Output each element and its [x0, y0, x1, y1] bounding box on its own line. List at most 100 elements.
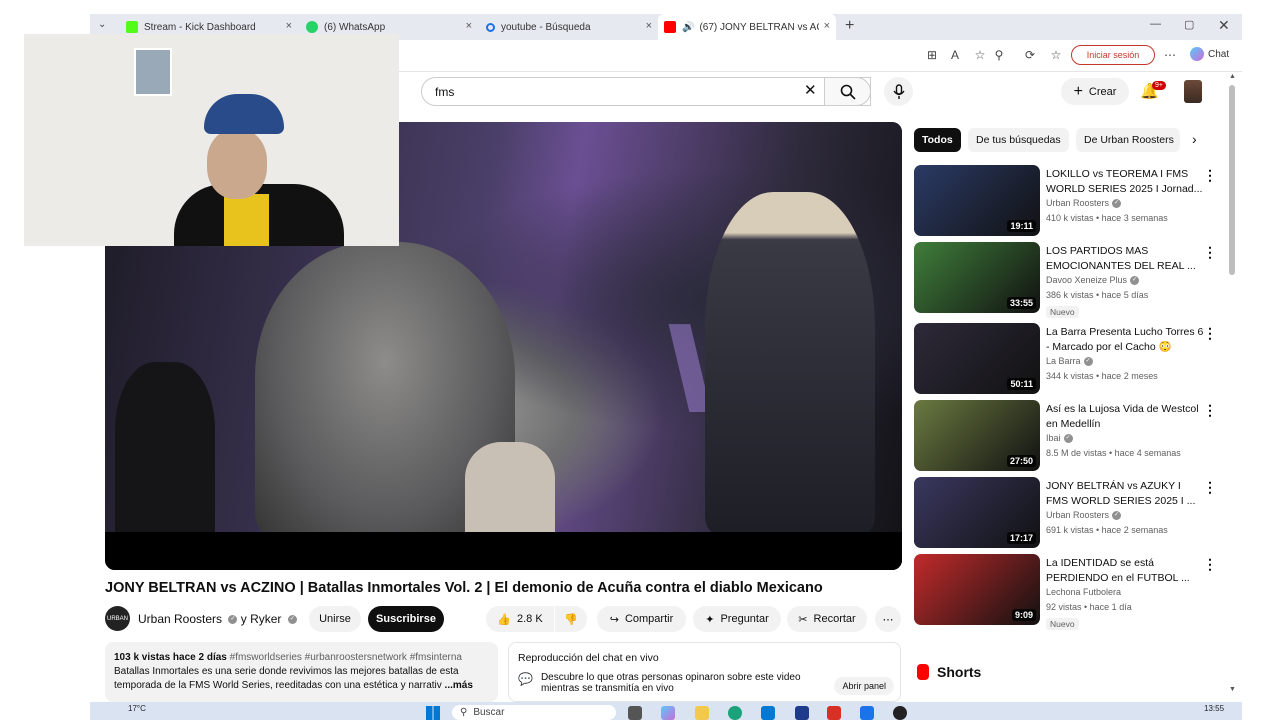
app-view-icon[interactable]: ⊞	[925, 48, 939, 62]
lock-icon[interactable]: ⚲	[992, 48, 1006, 62]
more-actions-button[interactable]: ⋯	[875, 606, 901, 632]
copilot-taskbar-icon[interactable]	[661, 706, 675, 720]
read-aloud-icon[interactable]: A	[948, 48, 962, 62]
window-close-button[interactable]: ✕	[1218, 17, 1230, 34]
tab-title: (6) WhatsApp	[324, 21, 386, 33]
related-channel[interactable]: Urban Roosters	[1046, 510, 1109, 520]
chip-from-channel[interactable]: De Urban Roosters	[1076, 128, 1180, 152]
more-vertical-icon[interactable]: ⋮	[1203, 244, 1217, 261]
clear-search-icon[interactable]: ✕	[804, 81, 817, 99]
related-video[interactable]: 19:11 LOKILLO vs TEOREMA I FMS WORLD SER…	[914, 165, 1219, 237]
related-video[interactable]: 50:11 La Barra Presenta Lucho Torres 6 -…	[914, 323, 1219, 395]
tab-list-icon[interactable]: ⌄	[98, 19, 106, 30]
file-explorer-icon[interactable]	[695, 706, 709, 720]
more-menu-icon[interactable]: ⋯	[1163, 48, 1177, 62]
channel-link[interactable]: Urban Roosters	[138, 612, 222, 626]
close-icon[interactable]: ×	[824, 20, 830, 32]
ask-label: Preguntar	[720, 613, 769, 625]
record-app-icon[interactable]	[893, 706, 907, 720]
related-channel[interactable]: La Barra	[1046, 356, 1081, 366]
video-thumbnail[interactable]: 33:55	[914, 242, 1040, 313]
system-clock[interactable]: 13:55	[1204, 704, 1224, 713]
related-title[interactable]: LOS PARTIDOS MAS EMOCIONANTES DEL REAL .…	[1046, 244, 1204, 274]
gmail-icon[interactable]	[827, 706, 841, 720]
favorites-icon[interactable]: ☆	[1049, 48, 1063, 62]
favorite-star-icon[interactable]: ☆	[973, 48, 987, 62]
related-channel[interactable]: Urban Roosters	[1046, 198, 1109, 208]
subscribe-button[interactable]: Suscribirse	[368, 606, 444, 632]
tab-youtube-active[interactable]: 🔊 (67) JONY BELTRAN vs ACZIN ×	[658, 14, 836, 40]
taskbar-search-input[interactable]: ⚲ Buscar	[452, 705, 616, 720]
related-title[interactable]: La IDENTIDAD se está PERDIENDO en el FUT…	[1046, 556, 1204, 586]
close-icon[interactable]: ×	[286, 20, 292, 32]
minimize-button[interactable]: —	[1150, 18, 1161, 30]
search-button[interactable]	[824, 77, 871, 106]
more-vertical-icon[interactable]: ⋮	[1203, 556, 1217, 573]
collab-link[interactable]: y Ryker	[241, 612, 282, 626]
video-thumbnail[interactable]: 27:50	[914, 400, 1040, 471]
task-view-icon[interactable]	[628, 706, 642, 720]
related-title[interactable]: JONY BELTRÁN vs AZUKY I FMS WORLD SERIES…	[1046, 479, 1204, 509]
speaker-icon[interactable]: 🔊	[682, 22, 694, 33]
scroll-down-arrow[interactable]: ▼	[1229, 686, 1236, 693]
ask-button[interactable]: ✦ Preguntar	[693, 606, 781, 632]
voice-search-button[interactable]	[884, 77, 913, 106]
like-button[interactable]: 👍 2.8 K	[486, 606, 554, 632]
related-video[interactable]: 9:09 La IDENTIDAD se está PERDIENDO en e…	[914, 554, 1219, 630]
related-channel[interactable]: Lechona Futbolera	[1046, 587, 1121, 597]
video-thumbnail[interactable]: 17:17	[914, 477, 1040, 548]
streamer-face	[207, 129, 267, 199]
related-video[interactable]: 33:55 LOS PARTIDOS MAS EMOCIONANTES DEL …	[914, 242, 1219, 318]
app-l-icon[interactable]	[795, 706, 809, 720]
hashtags[interactable]: #fmsworldseries #urbanroostersnetwork #f…	[230, 652, 462, 663]
chevron-right-icon[interactable]: ›	[1192, 131, 1197, 147]
channel-avatar[interactable]: URBAN	[105, 606, 130, 631]
share-button[interactable]: ↪ Compartir	[597, 606, 686, 632]
obs-icon[interactable]	[860, 706, 874, 720]
more-vertical-icon[interactable]: ⋮	[1203, 167, 1217, 184]
description-box[interactable]: 103 k vistas hace 2 días #fmsworldseries…	[105, 642, 498, 702]
related-channel[interactable]: Davoo Xeneize Plus	[1046, 275, 1127, 285]
create-label: Crear	[1088, 85, 1117, 98]
scroll-up-arrow[interactable]: ▲	[1229, 73, 1236, 80]
join-button[interactable]: Unirse	[309, 606, 361, 632]
account-avatar[interactable]	[1184, 80, 1202, 103]
open-panel-button[interactable]: Abrir panel	[834, 677, 894, 695]
weather-widget[interactable]: 17°C	[128, 704, 146, 713]
video-thumbnail[interactable]: 50:11	[914, 323, 1040, 394]
related-title[interactable]: Así es la Lujosa Vida de Westcol en Mede…	[1046, 402, 1204, 432]
related-title[interactable]: La Barra Presenta Lucho Torres 6 - Marca…	[1046, 325, 1204, 355]
close-icon[interactable]: ×	[466, 20, 472, 32]
show-more-link[interactable]: ...más	[445, 680, 473, 691]
video-thumbnail[interactable]: 9:09	[914, 554, 1040, 625]
create-button[interactable]: + Crear	[1061, 78, 1129, 105]
channel-name[interactable]: Urban Roosters ✓ y Ryker ✓	[138, 612, 297, 626]
store-icon[interactable]	[761, 706, 775, 720]
dislike-button[interactable]: 👎	[555, 606, 587, 632]
login-button[interactable]: Iniciar sesión	[1071, 45, 1155, 65]
notification-badge: 9+	[1152, 81, 1166, 90]
close-icon[interactable]: ×	[646, 20, 652, 32]
related-video[interactable]: 27:50 Así es la Lujosa Vida de Westcol e…	[914, 400, 1219, 472]
shorts-header[interactable]: Shorts	[917, 664, 981, 680]
edge-browser-icon[interactable]	[728, 706, 742, 720]
related-channel[interactable]: Ibai	[1046, 433, 1061, 443]
video-thumbnail[interactable]: 19:11	[914, 165, 1040, 236]
page-scrollbar[interactable]	[1229, 85, 1235, 275]
extensions-icon[interactable]: ⟳	[1023, 48, 1037, 62]
microphone-icon	[892, 83, 905, 99]
new-tab-button[interactable]: +	[845, 17, 854, 35]
more-vertical-icon[interactable]: ⋮	[1203, 479, 1217, 496]
tab-search[interactable]: youtube - Búsqueda ×	[480, 14, 658, 40]
maximize-button[interactable]: ▢	[1184, 18, 1194, 31]
more-vertical-icon[interactable]: ⋮	[1203, 402, 1217, 419]
copilot-chat-button[interactable]: Chat	[1190, 47, 1229, 61]
more-vertical-icon[interactable]: ⋮	[1203, 325, 1217, 342]
related-video[interactable]: 17:17 JONY BELTRÁN vs AZUKY I FMS WORLD …	[914, 477, 1219, 549]
chip-from-searches[interactable]: De tus búsquedas	[968, 128, 1069, 152]
related-title[interactable]: LOKILLO vs TEOREMA I FMS WORLD SERIES 20…	[1046, 167, 1204, 197]
clip-button[interactable]: ✂ Recortar	[787, 606, 867, 632]
chip-all[interactable]: Todos	[914, 128, 961, 152]
windows-start-icon[interactable]	[426, 706, 440, 720]
join-label: Unirse	[319, 613, 351, 625]
